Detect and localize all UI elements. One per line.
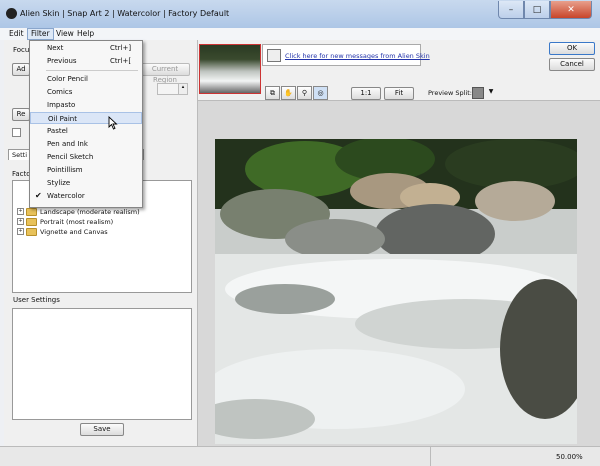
preview-image[interactable] <box>215 139 577 444</box>
minimize-button[interactable]: – <box>498 1 524 19</box>
menu-item-pen-and-ink[interactable]: Pen and Ink <box>30 138 142 150</box>
hand-tool-icon[interactable]: ✋ <box>281 86 296 100</box>
tree-item[interactable]: + Vignette and Canvas <box>17 227 108 236</box>
filter-menu: Next Ctrl+] Previous Ctrl+[ Color Pencil… <box>29 40 143 208</box>
user-settings-list[interactable] <box>12 308 192 420</box>
current-region-button[interactable]: Current Region <box>140 63 190 84</box>
menu-item-color-pencil[interactable]: Color Pencil <box>30 73 142 85</box>
ok-button[interactable]: OK <box>549 42 595 55</box>
message-box[interactable]: Click here for new messages from Alien S… <box>262 44 430 66</box>
compare-icon[interactable]: ⧉ <box>265 86 280 100</box>
menu-item-impasto[interactable]: Impasto <box>30 99 142 111</box>
close-button[interactable]: ✕ <box>550 1 592 19</box>
menu-item-pencil-sketch[interactable]: Pencil Sketch <box>30 151 142 163</box>
value-field[interactable] <box>157 83 179 95</box>
remove-button[interactable]: Re <box>12 108 30 121</box>
folder-icon <box>26 207 37 216</box>
tab-settings[interactable]: Setti <box>8 149 32 160</box>
window-controls: – □ ✕ <box>498 1 592 19</box>
menu-item-stylize[interactable]: Stylize <box>30 177 142 189</box>
status-bar: 50.00% <box>0 446 600 466</box>
preview-split-dropdown-icon[interactable]: ▼ <box>486 87 496 97</box>
user-settings-label: User Settings <box>13 296 60 304</box>
factory-settings-label: Facto <box>12 170 31 178</box>
menu-edit[interactable]: Edit <box>6 28 27 40</box>
add-button[interactable]: Ad <box>12 63 30 76</box>
tree-item[interactable]: + Portrait (most realism) <box>17 217 113 226</box>
navigator-thumbnail[interactable] <box>199 44 261 94</box>
app-window: Alien Skin | Snap Art 2 | Watercolor | F… <box>0 0 600 466</box>
mouse-cursor-icon <box>108 115 118 132</box>
menu-item-watercolor[interactable]: ✔ Watercolor <box>30 190 142 202</box>
menu-item-pastel[interactable]: Pastel <box>30 125 142 137</box>
cancel-button[interactable]: Cancel <box>549 58 595 71</box>
zoom-1-1-button[interactable]: 1:1 <box>351 87 381 100</box>
focus-label: Focu <box>13 46 30 54</box>
preview-split-label: Preview Split: <box>428 89 472 97</box>
window-title: Alien Skin | Snap Art 2 | Watercolor | F… <box>20 9 230 18</box>
expand-icon[interactable]: + <box>17 228 24 235</box>
menu-bar: Edit Filter View Help <box>0 28 600 40</box>
expand-icon[interactable]: + <box>17 218 24 225</box>
title-bar[interactable]: Alien Skin | Snap Art 2 | Watercolor | F… <box>0 0 600 29</box>
value-stepper[interactable]: ▴ <box>178 83 188 95</box>
menu-item-comics[interactable]: Comics <box>30 86 142 98</box>
preview-split-icon[interactable] <box>472 87 484 99</box>
message-icon <box>267 49 281 62</box>
zoom-level: 50.00% <box>556 453 583 461</box>
menu-item-next[interactable]: Next Ctrl+] <box>30 42 142 54</box>
folder-icon <box>26 217 37 226</box>
expand-icon[interactable]: + <box>17 208 24 215</box>
zoom-tool-icon[interactable]: ⚲ <box>297 86 312 100</box>
menu-help[interactable]: Help <box>74 28 97 40</box>
menu-filter[interactable]: Filter <box>27 28 54 40</box>
region-tool-icon[interactable]: ◎ <box>313 86 328 100</box>
maximize-button[interactable]: □ <box>524 1 550 19</box>
menu-item-previous[interactable]: Previous Ctrl+[ <box>30 55 142 67</box>
menu-separator <box>46 70 138 71</box>
folder-icon <box>26 227 37 236</box>
check-icon: ✔ <box>35 191 42 200</box>
app-icon <box>6 8 17 19</box>
messages-link[interactable]: Click here for new messages from Alien S… <box>285 52 430 60</box>
save-button[interactable]: Save <box>80 423 124 436</box>
menu-item-pointillism[interactable]: Pointillism <box>30 164 142 176</box>
fit-button[interactable]: Fit <box>384 87 414 100</box>
status-divider <box>430 447 431 466</box>
menu-item-oil-paint[interactable]: Oil Paint <box>30 112 142 124</box>
checkbox[interactable] <box>12 128 21 137</box>
watercolor-river-image <box>215 139 577 444</box>
tree-item[interactable]: + Landscape (moderate realism) <box>17 207 140 216</box>
